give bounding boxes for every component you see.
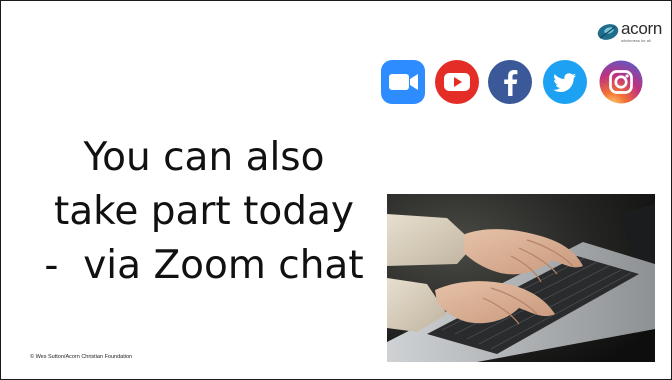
slide-heading: You can also take part today - via Zoom …: [23, 131, 385, 293]
logo-wordmark: acorn: [621, 19, 663, 38]
acorn-leaf-icon: [597, 24, 619, 40]
instagram-icon[interactable]: [598, 60, 644, 104]
acorn-logo: acorn wholeness for all: [597, 17, 663, 47]
slide: acorn wholeness for all You can also tak…: [0, 0, 672, 380]
heading-line-3: - via Zoom chat: [44, 243, 364, 288]
youtube-icon[interactable]: [435, 60, 479, 104]
heading-line-1: You can also: [83, 135, 325, 180]
zoom-icon[interactable]: [381, 60, 425, 104]
facebook-icon[interactable]: [488, 60, 532, 104]
logo-tagline: wholeness for all: [621, 38, 651, 43]
copyright-footer: © Wes Sutton/Acorn Christian Foundation: [30, 354, 133, 360]
heading-line-2: take part today: [53, 189, 355, 234]
laptop-typing-photo: [387, 194, 655, 362]
twitter-icon[interactable]: [543, 60, 587, 104]
